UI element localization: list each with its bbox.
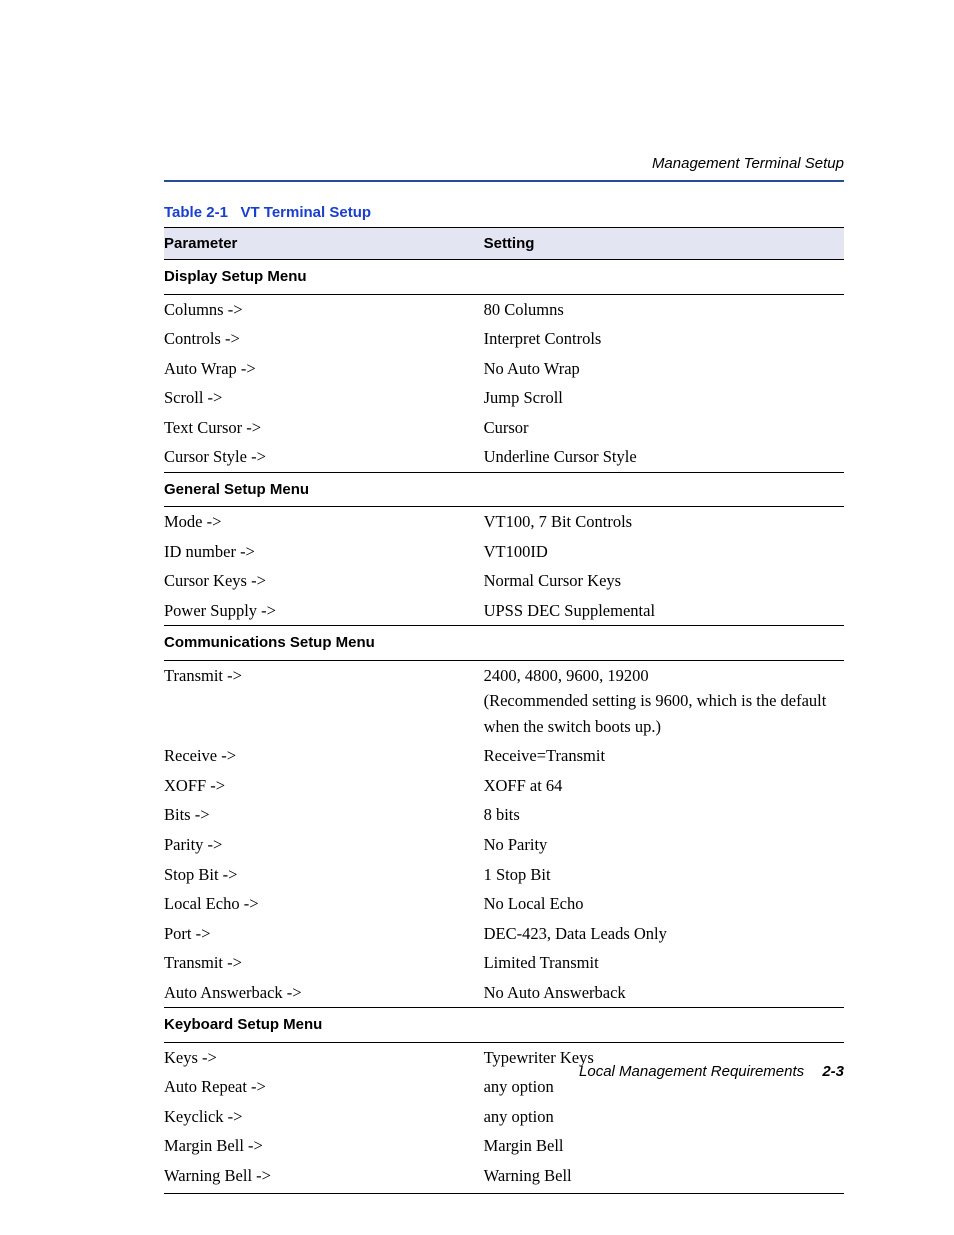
cell-setting: No Auto Answerback	[484, 978, 844, 1008]
cell-setting: No Parity	[484, 830, 844, 860]
cell-parameter: Cursor Style ->	[164, 442, 484, 472]
cell-setting: 8 bits	[484, 800, 844, 830]
cell-setting: Receive=Transmit	[484, 741, 844, 771]
cell-parameter: Cursor Keys ->	[164, 566, 484, 596]
table-row: Keyclick ->any option	[164, 1102, 844, 1132]
cell-parameter: Local Echo ->	[164, 889, 484, 919]
table-row: Auto Answerback ->No Auto Answerback	[164, 978, 844, 1008]
cell-parameter: Text Cursor ->	[164, 413, 484, 443]
table-row: ID number ->VT100ID	[164, 537, 844, 567]
cell-parameter: Bits ->	[164, 800, 484, 830]
running-header-text: Management Terminal Setup	[652, 155, 844, 172]
page: Management Terminal Setup Table 2-1 VT T…	[0, 0, 954, 1235]
cell-parameter: Controls ->	[164, 324, 484, 354]
section-title: Display Setup Menu	[164, 260, 844, 294]
table-header-row: Parameter Setting	[164, 228, 844, 260]
table-row: XOFF ->XOFF at 64	[164, 771, 844, 801]
table-row: Transmit ->Limited Transmit	[164, 948, 844, 978]
cell-setting: No Local Echo	[484, 889, 844, 919]
table-row: Local Echo ->No Local Echo	[164, 889, 844, 919]
cell-setting: any option	[484, 1102, 844, 1132]
table-row: Stop Bit ->1 Stop Bit	[164, 860, 844, 890]
cell-setting: Limited Transmit	[484, 948, 844, 978]
cell-setting: Margin Bell	[484, 1131, 844, 1161]
cell-parameter: Receive ->	[164, 741, 484, 771]
page-footer: Local Management Requirements 2-3	[164, 1063, 844, 1080]
running-header: Management Terminal Setup	[164, 155, 844, 182]
section-title: Keyboard Setup Menu	[164, 1008, 844, 1042]
table-row: Port ->DEC-423, Data Leads Only	[164, 919, 844, 949]
cell-setting: VT100, 7 Bit Controls	[484, 507, 844, 537]
cell-setting: Cursor	[484, 413, 844, 443]
cell-setting: XOFF at 64	[484, 771, 844, 801]
cell-parameter: Stop Bit ->	[164, 860, 484, 890]
cell-parameter: Transmit ->	[164, 660, 484, 741]
cell-setting: Warning Bell	[484, 1161, 844, 1194]
table-row: Warning Bell ->Warning Bell	[164, 1161, 844, 1194]
caption-number: Table 2-1	[164, 204, 228, 221]
table-row: Columns ->80 Columns	[164, 294, 844, 324]
cell-setting: 80 Columns	[484, 294, 844, 324]
table-row: Auto Wrap ->No Auto Wrap	[164, 354, 844, 384]
table-row: Receive ->Receive=Transmit	[164, 741, 844, 771]
table-caption: Table 2-1 VT Terminal Setup	[164, 204, 844, 221]
cell-parameter: XOFF ->	[164, 771, 484, 801]
cell-setting: Interpret Controls	[484, 324, 844, 354]
section-title: Communications Setup Menu	[164, 626, 844, 660]
cell-parameter: Transmit ->	[164, 948, 484, 978]
header-setting: Setting	[484, 228, 844, 260]
table-row: Parity ->No Parity	[164, 830, 844, 860]
table-row: Transmit ->2400, 4800, 9600, 19200(Recom…	[164, 660, 844, 741]
section-header: Display Setup Menu	[164, 260, 844, 294]
cell-setting: VT100ID	[484, 537, 844, 567]
section-header: Communications Setup Menu	[164, 626, 844, 660]
cell-parameter: Port ->	[164, 919, 484, 949]
caption-title: VT Terminal Setup	[240, 204, 371, 221]
vt-terminal-setup-table: Parameter Setting Display Setup MenuColu…	[164, 227, 844, 1194]
cell-parameter: Margin Bell ->	[164, 1131, 484, 1161]
table-row: Mode ->VT100, 7 Bit Controls	[164, 507, 844, 537]
table-row: Power Supply ->UPSS DEC Supplemental	[164, 596, 844, 626]
cell-setting: Underline Cursor Style	[484, 442, 844, 472]
cell-setting: 1 Stop Bit	[484, 860, 844, 890]
cell-setting: 2400, 4800, 9600, 19200(Recommended sett…	[484, 660, 844, 741]
table-row: Text Cursor ->Cursor	[164, 413, 844, 443]
cell-parameter: Auto Wrap ->	[164, 354, 484, 384]
cell-parameter: Mode ->	[164, 507, 484, 537]
cell-setting: DEC-423, Data Leads Only	[484, 919, 844, 949]
table-row: Controls ->Interpret Controls	[164, 324, 844, 354]
table-row: Cursor Style ->Underline Cursor Style	[164, 442, 844, 472]
cell-setting: Jump Scroll	[484, 383, 844, 413]
section-title: General Setup Menu	[164, 472, 844, 506]
cell-setting: UPSS DEC Supplemental	[484, 596, 844, 626]
table-row: Cursor Keys ->Normal Cursor Keys	[164, 566, 844, 596]
cell-parameter: Scroll ->	[164, 383, 484, 413]
cell-parameter: ID number ->	[164, 537, 484, 567]
cell-setting: No Auto Wrap	[484, 354, 844, 384]
cell-parameter: Power Supply ->	[164, 596, 484, 626]
cell-setting: Normal Cursor Keys	[484, 566, 844, 596]
table-row: Bits ->8 bits	[164, 800, 844, 830]
table-row: Scroll ->Jump Scroll	[164, 383, 844, 413]
table-row: Margin Bell ->Margin Bell	[164, 1131, 844, 1161]
cell-parameter: Parity ->	[164, 830, 484, 860]
cell-parameter: Keyclick ->	[164, 1102, 484, 1132]
header-parameter: Parameter	[164, 228, 484, 260]
cell-parameter: Warning Bell ->	[164, 1161, 484, 1194]
cell-parameter: Auto Answerback ->	[164, 978, 484, 1008]
footer-page-number: 2-3	[822, 1063, 844, 1080]
section-header: General Setup Menu	[164, 472, 844, 506]
section-header: Keyboard Setup Menu	[164, 1008, 844, 1042]
cell-parameter: Columns ->	[164, 294, 484, 324]
footer-title: Local Management Requirements	[579, 1063, 804, 1080]
